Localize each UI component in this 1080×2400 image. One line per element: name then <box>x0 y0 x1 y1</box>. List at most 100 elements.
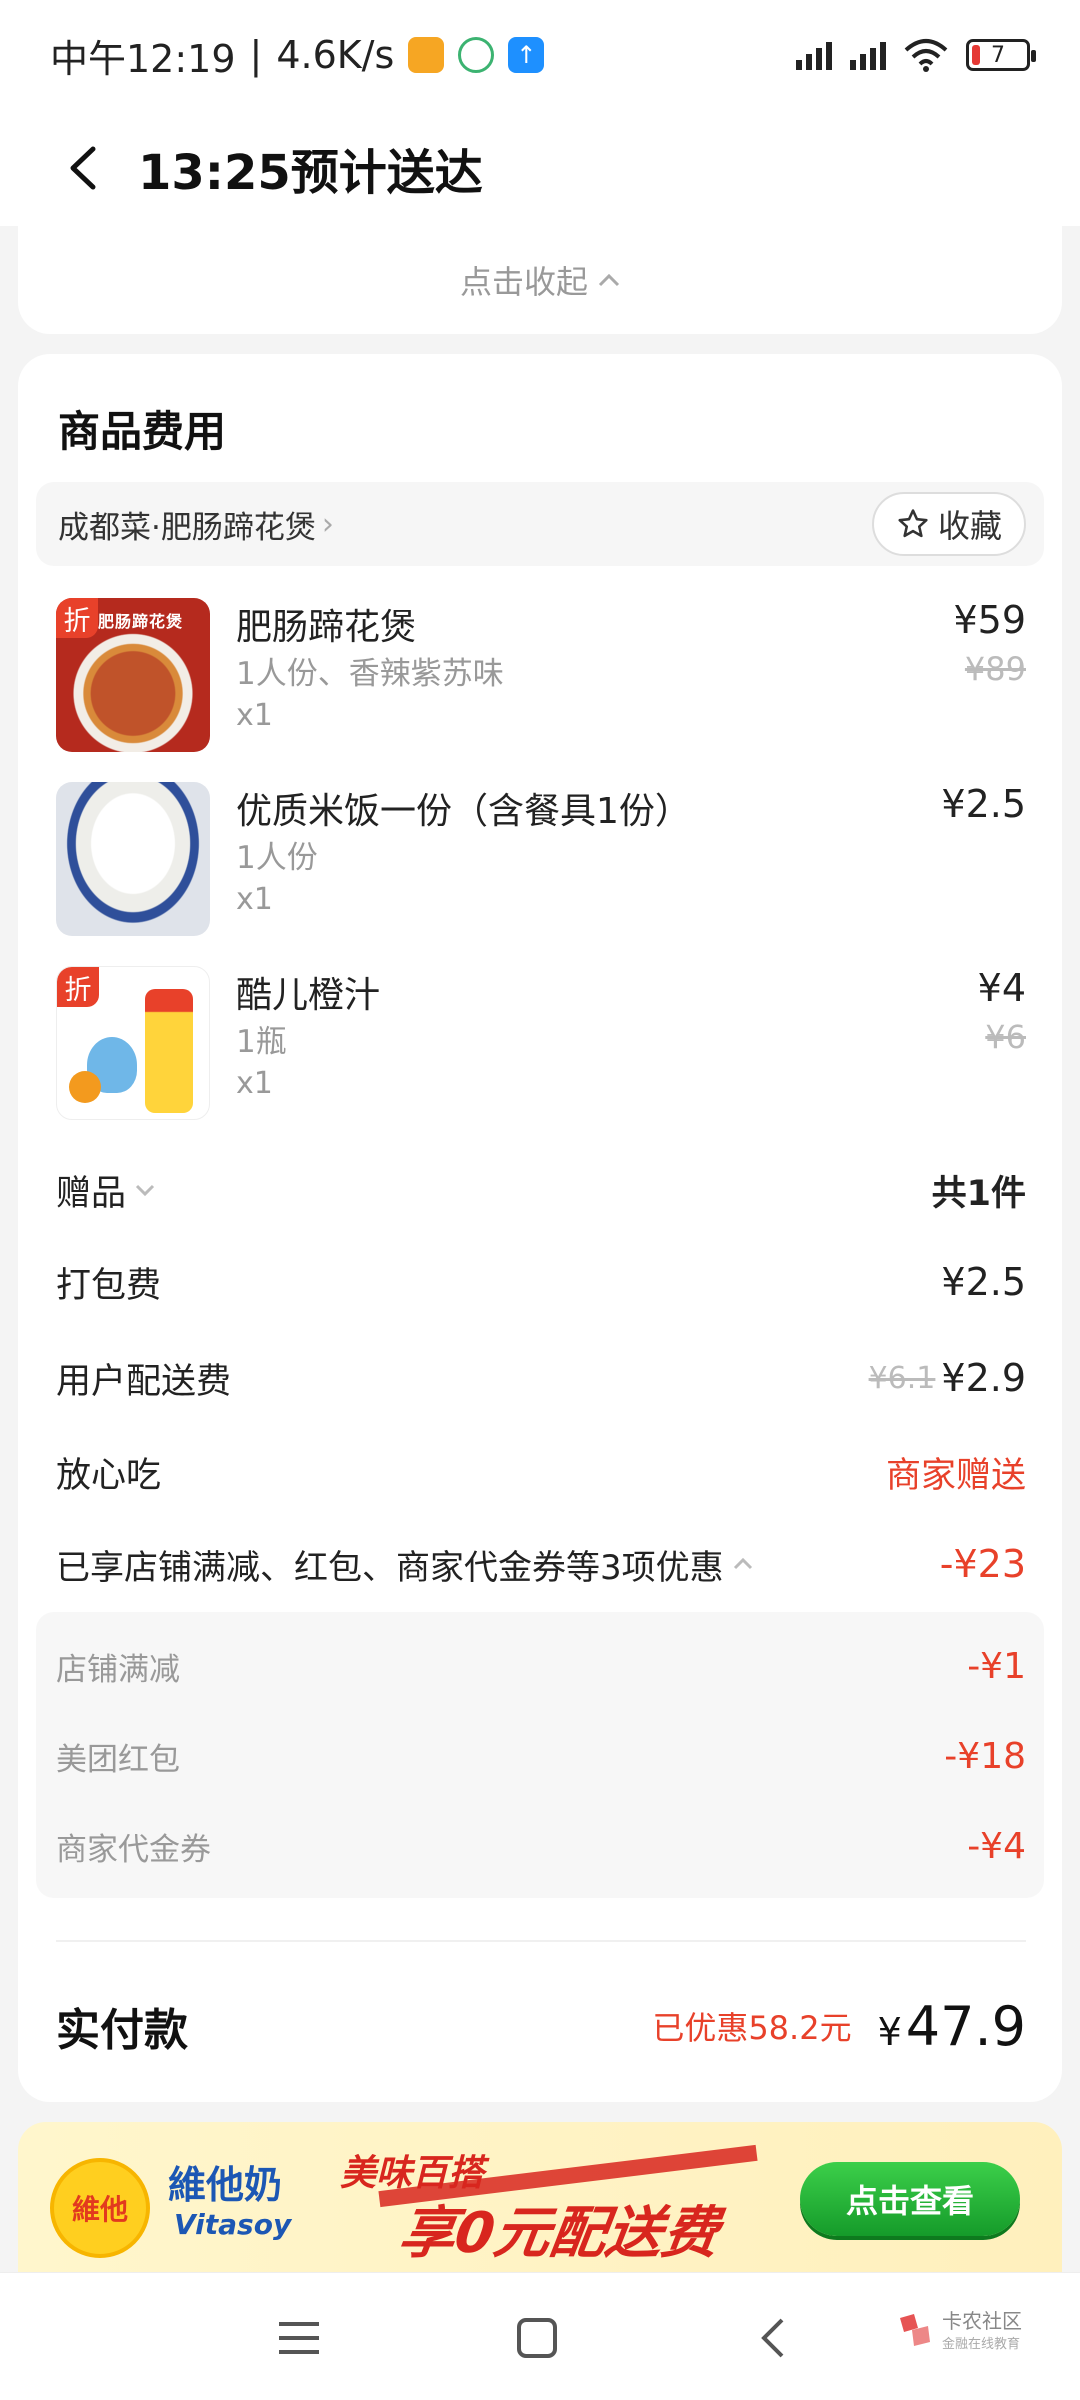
discount-value: -¥4 <box>967 1825 1026 1867</box>
item-price: ¥4 <box>977 966 1026 1010</box>
item-price: ¥2.5 <box>941 782 1026 826</box>
item-quantity: x1 <box>236 698 273 733</box>
item-original-price: ¥89 <box>964 650 1026 688</box>
assurance-row: 放心吃 商家赠送 <box>56 1442 1026 1502</box>
watermark: 卡农社区 金融在线教育 <box>896 2309 1022 2352</box>
assurance-value: 商家赠送 <box>885 1455 1026 1496</box>
qoo-can-graphic <box>145 989 193 1113</box>
nav-bar: 13:25预计送达 <box>0 110 1080 226</box>
collapse-label: 点击收起 <box>459 263 588 301</box>
collapse-toggle[interactable]: 点击收起 <box>18 226 1062 334</box>
discount-badge: 折 <box>56 598 98 638</box>
discount-row: 店铺满减 -¥1 <box>56 1636 1026 1696</box>
list-item[interactable]: 优质米饭一份（含餐具1份） 1人份 x1 ¥2.5 <box>56 782 1026 938</box>
watermark-text: 卡农社区 金融在线教育 <box>942 2309 1022 2352</box>
discount-label: 美团红包 <box>56 1741 180 1778</box>
page-title: 13:25预计送达 <box>138 145 483 201</box>
discount-value: -¥18 <box>944 1735 1026 1777</box>
juice-thumbnail: 折 <box>56 966 210 1120</box>
discount-detail-box: 店铺满减 -¥1 美团红包 -¥18 商家代金券 -¥4 <box>36 1612 1044 1898</box>
total-row: 实付款 已优惠58.2元 ¥47.9 <box>56 1986 1026 2066</box>
home-button[interactable] <box>512 2313 562 2363</box>
discount-label: 店铺满减 <box>56 1651 180 1688</box>
watermark-title: 卡农社区 <box>942 2309 1022 2333</box>
wifi-icon <box>904 39 948 72</box>
status-left: 中午12:19 | 4.6K/s ↑ <box>50 28 545 83</box>
packing-fee-row: 打包费 ¥2.5 <box>56 1252 1026 1312</box>
view-promo-button[interactable]: 点击查看 <box>800 2162 1020 2236</box>
chevron-down-icon <box>135 1184 155 1197</box>
item-spec: 1人份 <box>236 840 318 876</box>
brand-name-en: Vitasoy <box>174 2208 292 2241</box>
star-icon <box>898 509 928 538</box>
vita-logo-text: 維他 <box>71 2193 128 2226</box>
stew-thumbnail: 肥肠蹄花煲 折 <box>56 598 210 752</box>
brand-name: 維他奶 <box>168 2163 283 2207</box>
menu-button[interactable] <box>274 2313 324 2363</box>
back-arrow-icon <box>70 146 96 190</box>
menu-icon <box>279 2322 319 2354</box>
chevron-right-icon: › <box>321 506 334 542</box>
watermark-logo-icon <box>900 2313 930 2346</box>
list-item[interactable]: 肥肠蹄花煲 折 肥肠蹄花煲 1人份、香辣紫苏味 x1 ¥59 ¥89 <box>56 598 1026 754</box>
upload-app-icon: ↑ <box>508 37 545 73</box>
back-button[interactable] <box>52 138 112 198</box>
assurance-label: 放心吃 <box>56 1455 162 1496</box>
home-icon <box>517 2318 557 2358</box>
rice-thumbnail <box>56 782 210 936</box>
list-item[interactable]: 折 酷儿橙汁 1瓶 x1 ¥4 ¥6 <box>56 966 1026 1122</box>
order-fee-card: 商品费用 成都菜·肥肠蹄花煲 › 收藏 肥肠蹄花煲 折 肥肠蹄花煲 1人份、香辣… <box>18 354 1062 2102</box>
vita-logo: 維他 <box>50 2158 150 2258</box>
delivery-fee-original: ¥6.1 <box>868 1360 936 1396</box>
packing-fee-label: 打包费 <box>56 1265 162 1306</box>
gift-value: 共1件 <box>931 1173 1026 1214</box>
status-net-speed: 4.6K/s <box>276 33 395 77</box>
total-label: 实付款 <box>56 2005 188 2056</box>
discount-badge: 折 <box>57 967 99 1007</box>
item-name: 肥肠蹄花煲 <box>236 607 417 648</box>
delivery-fee-row: 用户配送费 ¥6.1 ¥2.9 <box>56 1348 1026 1408</box>
discount-summary-label: 已享店铺满减、红包、商家代金券等3项优惠 <box>56 1547 724 1588</box>
item-name: 酷儿橙汁 <box>236 975 381 1016</box>
discount-value: -¥1 <box>967 1645 1026 1687</box>
status-right: 7 <box>796 38 1036 72</box>
item-spec: 1瓶 <box>236 1024 287 1060</box>
item-quantity: x1 <box>236 882 273 917</box>
delivery-fee-label: 用户配送费 <box>56 1361 232 1402</box>
gift-row[interactable]: 赠品 共1件 <box>56 1160 1026 1220</box>
item-price: ¥59 <box>953 598 1026 642</box>
plant-app-icon <box>458 37 495 73</box>
promo-banner[interactable]: 維他 維他奶 Vitasoy 美味百搭 享0元配送费 点击查看 <box>18 2122 1062 2272</box>
status-time: 中午12:19 <box>50 36 236 81</box>
notes-app-icon <box>408 37 445 73</box>
shop-name: 成都菜·肥肠蹄花煲 <box>58 509 316 546</box>
discount-row: 商家代金券 -¥4 <box>56 1816 1026 1876</box>
total-amount-value: 47.9 <box>905 1994 1026 2058</box>
total-amount: ¥47.9 <box>878 1995 1026 2058</box>
section-title: 商品费用 <box>58 407 227 456</box>
discount-summary-row[interactable]: 已享店铺满减、红包、商家代金券等3项优惠 -¥23 <box>56 1534 1026 1594</box>
delivery-fee-value: ¥2.9 <box>941 1356 1026 1400</box>
status-separator: | <box>249 33 263 77</box>
item-quantity: x1 <box>236 1066 273 1101</box>
discount-summary-value: -¥23 <box>939 1542 1026 1586</box>
item-original-price: ¥6 <box>985 1018 1026 1056</box>
discount-row: 美团红包 -¥18 <box>56 1726 1026 1786</box>
item-spec: 1人份、香辣紫苏味 <box>236 656 504 692</box>
thumb-caption: 肥肠蹄花煲 <box>98 612 184 631</box>
favorite-label: 收藏 <box>937 507 1002 545</box>
system-nav-bar: 卡农社区 金融在线教育 <box>0 2272 1080 2400</box>
packing-fee-value: ¥2.5 <box>941 1260 1026 1304</box>
system-back-button[interactable] <box>748 2313 798 2363</box>
shop-row[interactable]: 成都菜·肥肠蹄花煲 › 收藏 <box>36 482 1044 566</box>
status-bar: 中午12:19 | 4.6K/s ↑ 7 <box>0 0 1080 110</box>
back-icon <box>761 2318 784 2358</box>
chevron-up-icon <box>733 1557 752 1570</box>
gift-label: 赠品 <box>56 1173 127 1214</box>
chevron-up-icon <box>598 273 620 287</box>
saved-amount: 已优惠58.2元 <box>652 2009 852 2047</box>
favorite-button[interactable]: 收藏 <box>871 492 1026 556</box>
battery-icon: 7 <box>966 39 1036 71</box>
discount-label: 商家代金券 <box>56 1831 211 1868</box>
currency-symbol: ¥ <box>877 2009 902 2054</box>
